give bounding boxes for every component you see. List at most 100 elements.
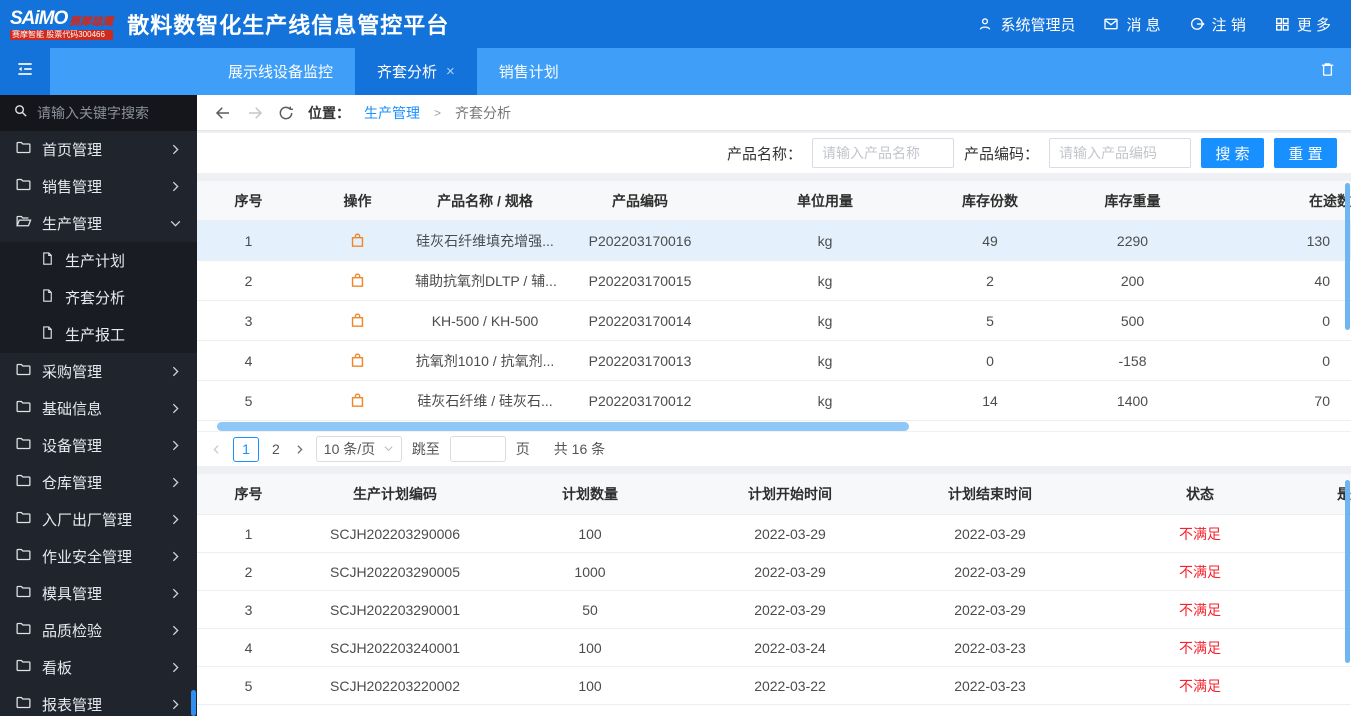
bag-icon[interactable] [349, 312, 366, 329]
folder-icon [15, 509, 32, 530]
sidebar-scrollbar-thumb[interactable] [191, 690, 196, 716]
sidebar-subitem[interactable]: 生产报工 [0, 316, 197, 353]
sidebar-item[interactable]: 品质检验 [0, 612, 197, 649]
chevron-down-icon [383, 441, 394, 457]
cell-index: 1 [244, 232, 253, 249]
sidebar-item[interactable]: 入厂出厂管理 [0, 501, 197, 538]
messages-label: 消 息 [1126, 16, 1161, 34]
search-input[interactable] [37, 105, 177, 121]
user-label: 系统管理员 [1000, 16, 1076, 34]
sidebar-item[interactable]: 首页管理 [0, 131, 197, 168]
cell-product-code: P202203170012 [588, 392, 692, 409]
refresh-icon[interactable] [278, 105, 294, 121]
col-header: 序号 [234, 192, 263, 209]
chevron-right-icon [169, 476, 182, 489]
document-icon [40, 325, 55, 344]
sidebar-item[interactable]: 仓库管理 [0, 464, 197, 501]
search-icon [13, 103, 28, 123]
tab[interactable]: 齐套分析 × [355, 48, 477, 95]
page-size-select[interactable]: 10 条/页 [315, 436, 402, 462]
table-row[interactable]: 5 SCJH202203220002 100 2022-03-22 2022-0… [197, 667, 1351, 705]
product-code-input[interactable] [1049, 138, 1191, 168]
table-row[interactable]: 3 KH-500 / KH-500 P202203170014 kg 5 500… [197, 301, 1351, 341]
sidebar-collapse-button[interactable] [0, 48, 50, 95]
cell-plan-start: 2022-03-24 [754, 639, 826, 656]
folder-icon [15, 139, 32, 160]
table-row[interactable]: 4 抗氧剂1010 / 抗氧剂... P202203170013 kg 0 -1… [197, 341, 1351, 381]
tab[interactable]: 展示线设备监控 × [206, 48, 355, 95]
prev-page-icon[interactable] [210, 443, 223, 456]
sidebar-item[interactable]: 看板 [0, 649, 197, 686]
collapse-menu-icon [15, 59, 35, 84]
search-button[interactable]: 搜 索 [1201, 138, 1264, 168]
cell-product-code: P202203170016 [588, 232, 692, 249]
sidebar-item[interactable]: 销售管理 [0, 168, 197, 205]
sidebar-item[interactable]: 报表管理 [0, 686, 197, 716]
sidebar-search[interactable] [0, 95, 197, 131]
table-row[interactable]: 1 硅灰石纤维填充增强... P202203170016 kg 49 2290 … [197, 221, 1351, 261]
cell-action [300, 272, 415, 290]
product-name-input[interactable] [811, 138, 954, 168]
sidebar-item-production[interactable]: 生产管理 [0, 205, 197, 242]
bag-icon[interactable] [349, 392, 366, 409]
table-row[interactable]: 2 辅助抗氧剂DLTP / 辅... P202203170015 kg 2 20… [197, 261, 1351, 301]
table-row[interactable]: 3 SCJH202203290001 50 2022-03-29 2022-03… [197, 591, 1351, 629]
bag-icon[interactable] [349, 232, 366, 249]
status-badge: 不满足 [1179, 563, 1221, 580]
brand-subtitle: 赛摩智能 股票代码300466 [10, 29, 114, 40]
page-number-current[interactable]: 1 [233, 436, 259, 462]
sidebar-item-label: 采购管理 [42, 364, 103, 381]
bag-icon[interactable] [349, 272, 366, 289]
sidebar-item[interactable]: 设备管理 [0, 427, 197, 464]
logout-button[interactable]: 注 销 [1189, 14, 1246, 35]
sidebar-item[interactable]: 采购管理 [0, 353, 197, 390]
more-button[interactable]: 更 多 [1274, 14, 1331, 35]
sidebar-item[interactable]: 模具管理 [0, 575, 197, 612]
table-row[interactable]: 5 硅灰石纤维 / 硅灰石... P202203170012 kg 14 140… [197, 381, 1351, 421]
app-logo[interactable]: SAiMO 赛摩雄鹰 赛摩智能 股票代码300466 [10, 9, 114, 40]
cell-product-code: P202203170013 [588, 352, 692, 369]
col-header: 计划结束时间 [948, 486, 1032, 502]
back-arrow-icon[interactable] [214, 104, 232, 122]
chevron-right-icon [169, 402, 182, 415]
cell-index: 5 [244, 392, 253, 409]
tab[interactable]: 销售计划 × [477, 48, 581, 95]
table-row[interactable]: 4 SCJH202203240001 100 2022-03-24 2022-0… [197, 629, 1351, 667]
jump-page-input[interactable] [449, 436, 506, 462]
sidebar: 首页管理 销售管理 生产管理 [0, 95, 197, 716]
cell-stock-weight: 500 [1120, 312, 1145, 329]
page-size-value: 10 条/页 [323, 441, 376, 457]
cell-action [300, 232, 415, 250]
filter-bar: 产品名称： 产品编码： 搜 索 重 置 [197, 133, 1351, 173]
cell-plan-code: SCJH202203220002 [330, 677, 460, 694]
status-badge: 不满足 [1179, 677, 1221, 694]
vertical-scrollbar-thumb-top[interactable] [1345, 183, 1350, 330]
forward-arrow-icon[interactable] [246, 104, 264, 122]
page-number[interactable]: 2 [269, 441, 283, 457]
folder-icon [15, 657, 32, 678]
table-row[interactable]: 1 SCJH202203290006 100 2022-03-29 2022-0… [197, 515, 1351, 553]
folder-icon [15, 583, 32, 604]
table-row[interactable]: 2 SCJH202203290005 1000 2022-03-29 2022-… [197, 553, 1351, 591]
reset-button[interactable]: 重 置 [1274, 138, 1337, 168]
breadcrumb-link[interactable]: 生产管理 [364, 103, 420, 123]
next-page-icon[interactable] [293, 443, 306, 456]
close-all-tabs-button[interactable] [1319, 48, 1351, 95]
sidebar-subitem[interactable]: 齐套分析 [0, 279, 197, 316]
horizontal-scrollbar[interactable] [197, 421, 1351, 431]
tab-label: 展示线设备监控 [228, 64, 334, 81]
sidebar-item[interactable]: 作业安全管理 [0, 538, 197, 575]
status-badge: 不满足 [1179, 639, 1221, 656]
messages-button[interactable]: 消 息 [1103, 14, 1161, 35]
cell-stock-weight: 2290 [1116, 232, 1149, 249]
cell-plan-qty: 1000 [574, 563, 606, 580]
sidebar-subitem[interactable]: 生产计划 [0, 242, 197, 279]
user-menu[interactable]: 系统管理员 [977, 14, 1075, 35]
sidebar-item[interactable]: 基础信息 [0, 390, 197, 427]
chevron-right-icon [169, 661, 182, 674]
cell-stock-count: 5 [986, 312, 994, 329]
vertical-scrollbar-thumb-bottom[interactable] [1345, 480, 1350, 663]
horizontal-scrollbar-thumb[interactable] [217, 421, 909, 431]
tab-close-icon[interactable]: × [446, 63, 455, 80]
bag-icon[interactable] [349, 352, 366, 369]
